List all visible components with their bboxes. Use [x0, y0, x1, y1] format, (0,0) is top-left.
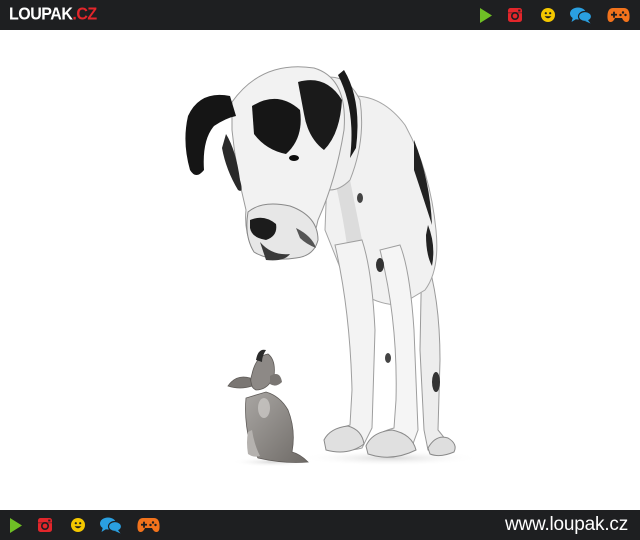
great-dane [185, 66, 456, 458]
play-icon[interactable] [9, 518, 23, 533]
site-logo[interactable]: LOUPAK .CZ [9, 5, 97, 27]
chat-bubbles-icon[interactable] [100, 517, 122, 534]
instagram-icon[interactable] [38, 518, 52, 532]
gamepad-icon[interactable] [137, 517, 160, 533]
chihuahua-puppy [227, 349, 309, 463]
smiley-icon[interactable] [71, 518, 85, 532]
chat-bubbles-icon[interactable] [570, 7, 592, 24]
logo-main-text: LOUPAK [9, 5, 73, 25]
top-bar: LOUPAK .CZ [0, 0, 640, 30]
site-url[interactable]: www.loupak.cz [505, 514, 628, 536]
bottom-bar: www.loupak.cz [0, 510, 640, 540]
play-icon[interactable] [479, 8, 493, 23]
smiley-icon[interactable] [541, 8, 555, 22]
logo-tld-text: .CZ [72, 5, 97, 25]
instagram-icon[interactable] [508, 8, 522, 22]
meme-photo [0, 30, 640, 510]
gamepad-icon[interactable] [607, 7, 630, 23]
